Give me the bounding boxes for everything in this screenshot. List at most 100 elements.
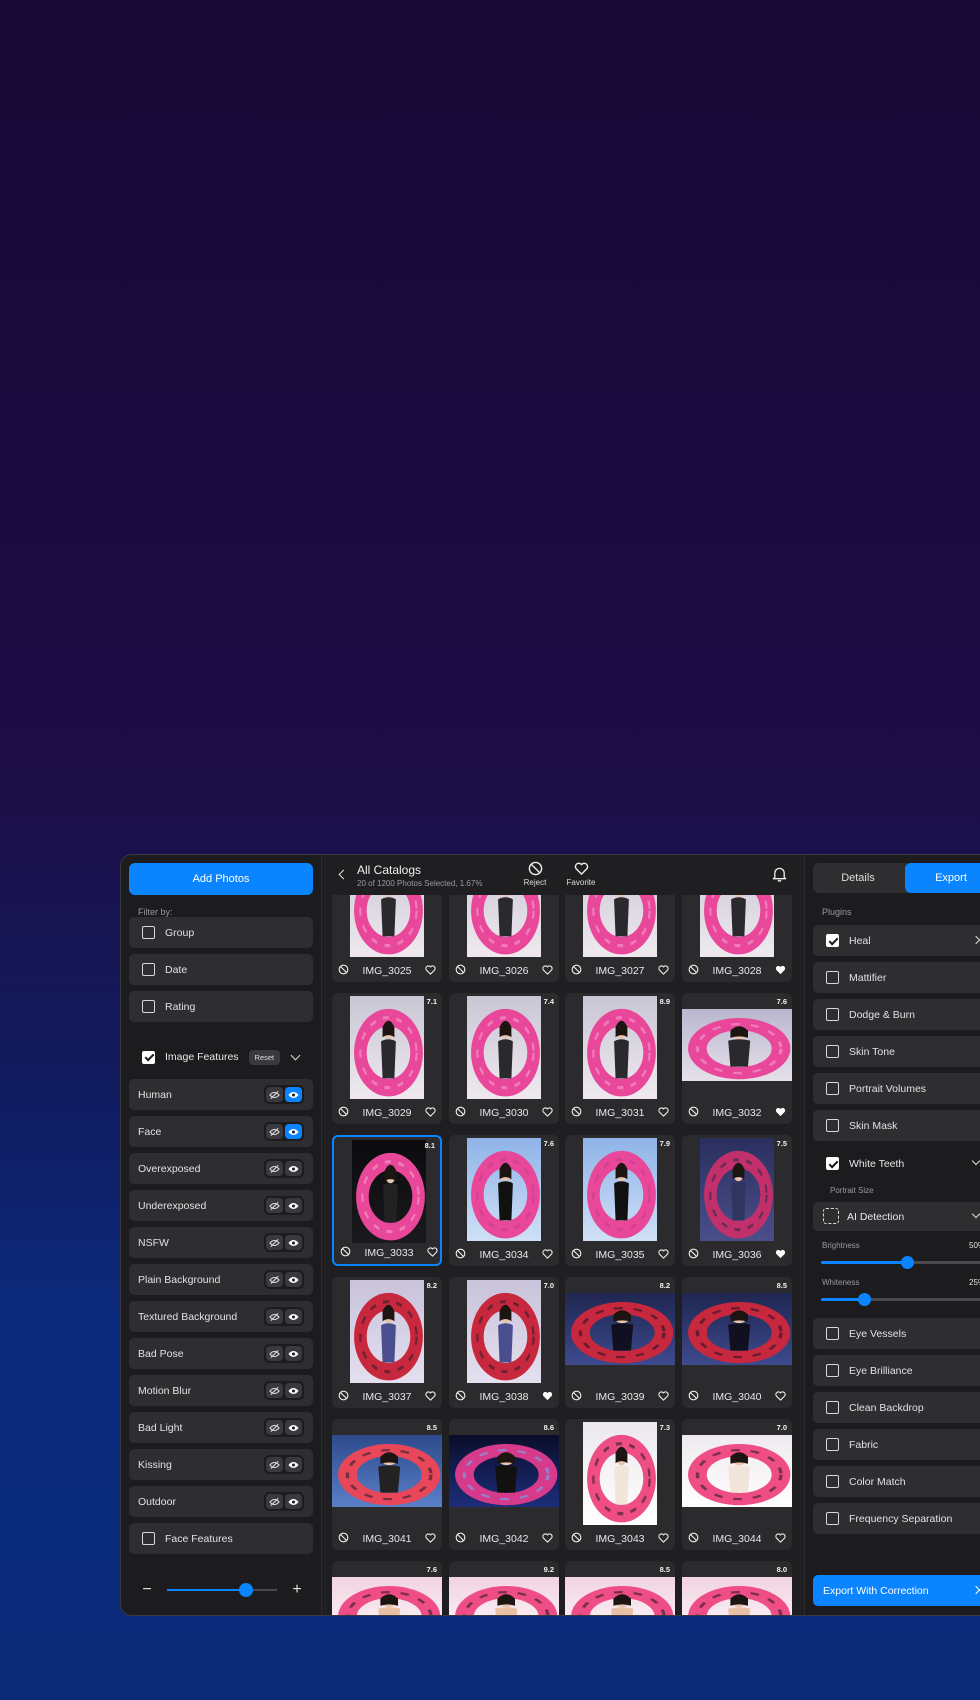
visibility-toggle[interactable] xyxy=(264,1418,304,1437)
reject-icon[interactable] xyxy=(688,1532,699,1546)
plugin-portrait-volumes[interactable]: Portrait Volumes xyxy=(813,1073,980,1104)
reject-icon[interactable] xyxy=(571,1248,582,1262)
dodge-and-burn-checkbox[interactable] xyxy=(826,1008,839,1021)
clean-backdrop-checkbox[interactable] xyxy=(826,1401,839,1414)
color-match-checkbox[interactable] xyxy=(826,1475,839,1488)
reject-icon[interactable] xyxy=(688,1248,699,1262)
photo-card[interactable]: 7.1 IMG_3029 xyxy=(332,993,442,1124)
heart-icon[interactable] xyxy=(775,1390,786,1404)
eye-off-icon[interactable] xyxy=(266,1494,283,1509)
add-photos-button[interactable]: Add Photos xyxy=(129,863,313,895)
reject-icon[interactable] xyxy=(338,1532,349,1546)
tab-details[interactable]: Details xyxy=(813,863,903,893)
eye-icon[interactable] xyxy=(285,1124,302,1139)
visibility-toggle[interactable] xyxy=(264,1492,304,1511)
filter-group[interactable]: Group xyxy=(129,917,313,948)
visibility-toggle[interactable] xyxy=(264,1344,304,1363)
white-teeth-plugin[interactable]: White Teeth xyxy=(813,1148,980,1179)
photo-card[interactable]: 7.6 xyxy=(332,1561,442,1615)
plugin-skin-tone[interactable]: Skin Tone xyxy=(813,1036,980,1067)
reject-icon[interactable] xyxy=(688,1106,699,1120)
image-features-header[interactable]: Image Features Reset xyxy=(129,1041,313,1073)
visibility-toggle[interactable] xyxy=(264,1122,304,1141)
eye-off-icon[interactable] xyxy=(266,1124,283,1139)
plugin-eye-brilliance[interactable]: Eye Brilliance xyxy=(813,1355,980,1386)
reject-icon[interactable] xyxy=(338,1106,349,1120)
reset-button[interactable]: Reset xyxy=(248,1049,281,1065)
visibility-toggle[interactable] xyxy=(264,1307,304,1326)
heart-icon[interactable] xyxy=(542,1532,553,1546)
eye-off-icon[interactable] xyxy=(266,1420,283,1435)
heart-icon[interactable] xyxy=(658,1106,669,1120)
visibility-toggle[interactable] xyxy=(264,1085,304,1104)
eye-icon[interactable] xyxy=(285,1272,302,1287)
photo-thumbnail[interactable] xyxy=(682,1435,792,1507)
whiteness-slider-handle[interactable] xyxy=(858,1293,871,1306)
eye-off-icon[interactable] xyxy=(266,1383,283,1398)
photo-thumbnail[interactable] xyxy=(350,996,424,1099)
heart-icon[interactable] xyxy=(658,1532,669,1546)
image-features-checkbox[interactable] xyxy=(142,1050,155,1064)
brightness-slider-handle[interactable] xyxy=(901,1256,914,1269)
heart-icon[interactable] xyxy=(658,1248,669,1262)
photo-card[interactable]: 8.1 IMG_3033 xyxy=(332,1135,442,1266)
export-with-correction-button[interactable]: Export With Correction xyxy=(813,1575,980,1606)
photo-card[interactable]: 9.2 xyxy=(449,1561,559,1615)
plugin-heal[interactable]: Heal xyxy=(813,925,980,956)
photo-thumbnail[interactable] xyxy=(350,895,424,957)
brightness-slider[interactable] xyxy=(821,1256,980,1269)
heart-icon[interactable] xyxy=(427,1246,438,1260)
photo-card[interactable]: IMG_3028 xyxy=(682,895,792,982)
eye-icon[interactable] xyxy=(285,1161,302,1176)
photo-thumbnail[interactable] xyxy=(467,996,541,1099)
photo-thumbnail[interactable] xyxy=(332,1435,442,1507)
portrait-volumes-checkbox[interactable] xyxy=(826,1082,839,1095)
reject-icon[interactable] xyxy=(688,964,699,978)
reject-icon[interactable] xyxy=(571,1532,582,1546)
plugin-color-match[interactable]: Color Match xyxy=(813,1466,980,1497)
photo-thumbnail[interactable] xyxy=(332,1577,442,1615)
group-checkbox[interactable] xyxy=(142,926,155,939)
heart-filled-icon[interactable] xyxy=(542,1391,553,1404)
zoom-out-button[interactable]: − xyxy=(139,1582,155,1598)
heart-icon[interactable] xyxy=(775,1532,786,1546)
photo-card[interactable]: 7.6 IMG_3034 xyxy=(449,1135,559,1266)
chevron-down-icon[interactable] xyxy=(290,1050,301,1060)
zoom-in-button[interactable]: + xyxy=(289,1582,305,1598)
tab-export[interactable]: Export xyxy=(905,863,980,893)
photo-card[interactable]: 8.5 IMG_3040 xyxy=(682,1277,792,1408)
mattifier-checkbox[interactable] xyxy=(826,971,839,984)
photo-card[interactable]: 8.2 IMG_3037 xyxy=(332,1277,442,1408)
photo-thumbnail[interactable] xyxy=(583,1422,657,1525)
photo-thumbnail[interactable] xyxy=(449,1435,559,1507)
eye-icon[interactable] xyxy=(285,1494,302,1509)
reject-icon[interactable] xyxy=(455,1248,466,1262)
photo-card[interactable]: 7.3 IMG_3043 xyxy=(565,1419,675,1550)
heart-icon[interactable] xyxy=(542,1106,553,1120)
eye-icon[interactable] xyxy=(285,1383,302,1398)
visibility-toggle[interactable] xyxy=(264,1159,304,1178)
photo-thumbnail[interactable] xyxy=(449,1577,559,1615)
heart-filled-icon[interactable] xyxy=(775,1249,786,1262)
skin-mask-checkbox[interactable] xyxy=(826,1119,839,1132)
heart-icon[interactable] xyxy=(425,1532,436,1546)
photo-card[interactable]: 8.5 xyxy=(565,1561,675,1615)
rating-checkbox[interactable] xyxy=(142,1000,155,1013)
photo-card[interactable]: 8.0 xyxy=(682,1561,792,1615)
heart-icon[interactable] xyxy=(425,1390,436,1404)
eye-off-icon[interactable] xyxy=(266,1457,283,1472)
plugin-dodge-and-burn[interactable]: Dodge & Burn xyxy=(813,999,980,1030)
chevron-down-icon[interactable] xyxy=(971,1209,980,1219)
face-features-checkbox[interactable] xyxy=(142,1532,155,1545)
photo-thumbnail[interactable] xyxy=(583,895,657,957)
photo-thumbnail[interactable] xyxy=(700,895,774,957)
reject-icon[interactable] xyxy=(571,964,582,978)
heart-filled-icon[interactable] xyxy=(775,1107,786,1120)
skin-tone-checkbox[interactable] xyxy=(826,1045,839,1058)
eye-icon[interactable] xyxy=(285,1346,302,1361)
eye-vessels-checkbox[interactable] xyxy=(826,1327,839,1340)
photo-thumbnail[interactable] xyxy=(682,1293,792,1365)
eye-brilliance-checkbox[interactable] xyxy=(826,1364,839,1377)
chevron-down-icon[interactable] xyxy=(971,1156,980,1166)
bell-icon[interactable] xyxy=(772,866,787,882)
